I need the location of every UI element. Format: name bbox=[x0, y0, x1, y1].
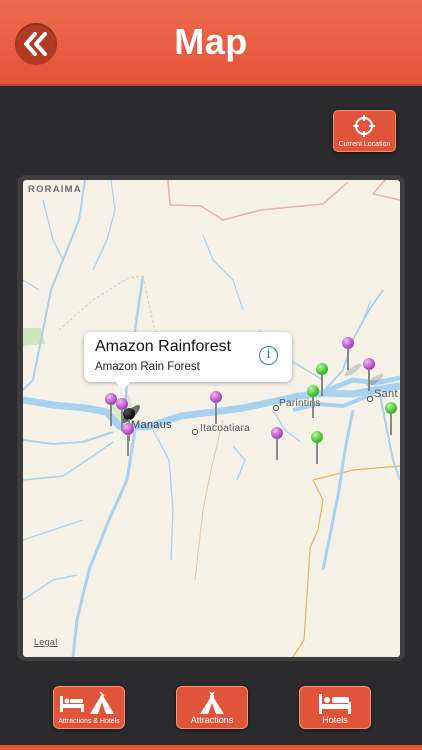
map-pin[interactable] bbox=[271, 427, 283, 461]
bed-icon bbox=[319, 694, 351, 714]
map-view[interactable]: RORAIMA Manaus Itacoatiara Parintins San… bbox=[23, 180, 400, 657]
city-label-itacoatiara: Itacoatiara bbox=[200, 423, 250, 434]
map-callout[interactable]: Amazon Rainforest Amazon Rain Forest i bbox=[84, 332, 292, 390]
map-pin[interactable] bbox=[316, 363, 328, 397]
map-pin[interactable] bbox=[122, 423, 134, 457]
city-label-manaus: Manaus bbox=[131, 419, 172, 431]
bed-tent-icon bbox=[60, 692, 114, 714]
bottom-accent-bar bbox=[0, 745, 422, 750]
city-label-santarem: Sant bbox=[374, 388, 398, 400]
map-pin[interactable] bbox=[363, 358, 375, 392]
info-icon[interactable]: i bbox=[259, 346, 278, 365]
top-bar: Map bbox=[0, 0, 422, 86]
map-pin[interactable] bbox=[210, 391, 222, 425]
tab-label: Hotels bbox=[322, 715, 348, 725]
current-location-label: Current Location bbox=[338, 141, 391, 148]
callout-subtitle: Amazon Rain Forest bbox=[95, 361, 200, 373]
tent-icon bbox=[200, 692, 224, 714]
region-label: RORAIMA bbox=[28, 184, 82, 195]
tab-label: Attractions & Hotels bbox=[58, 718, 120, 725]
map-pin[interactable] bbox=[342, 337, 354, 371]
current-location-button[interactable]: Current Location bbox=[333, 110, 396, 152]
map-pin[interactable] bbox=[385, 402, 397, 436]
attractions-button[interactable]: Attractions bbox=[176, 686, 248, 729]
callout-title: Amazon Rainforest bbox=[95, 338, 232, 355]
tab-label: Attractions bbox=[190, 715, 234, 725]
page-title: Map bbox=[174, 21, 248, 62]
map-pin[interactable] bbox=[311, 431, 323, 465]
attractions-hotels-button[interactable]: Attractions & Hotels bbox=[53, 686, 125, 729]
hotels-button[interactable]: Hotels bbox=[299, 686, 371, 729]
callout-pointer bbox=[115, 381, 131, 390]
crosshair-icon bbox=[353, 115, 375, 137]
legal-link[interactable]: Legal bbox=[34, 637, 58, 647]
